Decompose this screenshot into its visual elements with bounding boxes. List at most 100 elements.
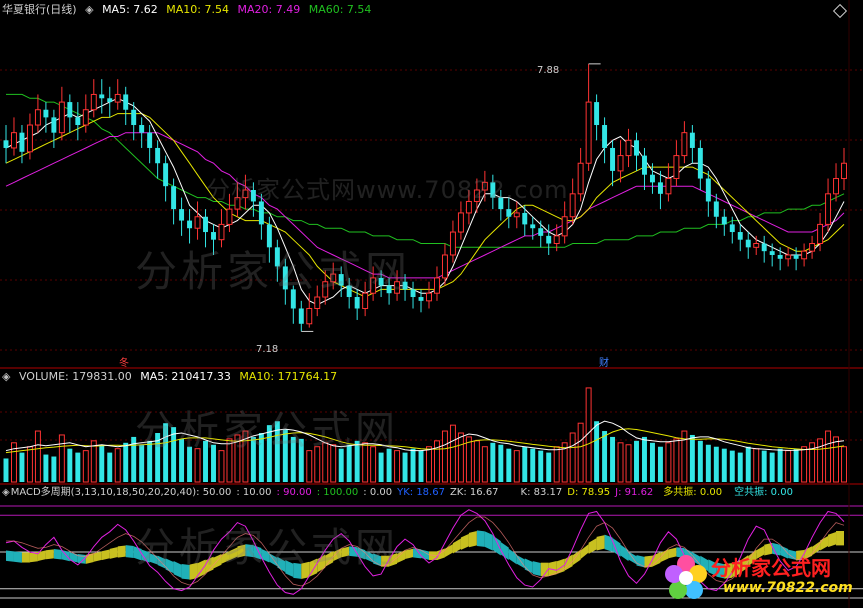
ma-collapse-icon[interactable]: ◈ bbox=[85, 3, 93, 16]
macd-ribbon-segment bbox=[13, 551, 22, 563]
candle-body-up bbox=[114, 93, 121, 103]
candle-body-up bbox=[817, 223, 824, 245]
candle-body-down bbox=[163, 163, 169, 187]
candle-body-down bbox=[793, 254, 799, 259]
candle-body-down bbox=[705, 178, 711, 202]
macd-collapse-icon[interactable]: ◈ bbox=[2, 487, 10, 498]
volume-bar-down bbox=[634, 440, 639, 482]
candle-body-down bbox=[298, 308, 304, 324]
volume-bar-up bbox=[569, 432, 576, 483]
volume-bar-up bbox=[426, 446, 432, 483]
volume-bar-down bbox=[67, 448, 73, 482]
volume-bar-down bbox=[43, 454, 49, 482]
volume-bar-down bbox=[594, 421, 600, 482]
ma5-label: MA5: 7.62 bbox=[102, 3, 158, 16]
candle-body-down bbox=[649, 174, 655, 183]
watermark-main: 分析家公式网 bbox=[135, 247, 412, 296]
candle-body-up bbox=[665, 178, 672, 195]
macd-p2: : 10.00 bbox=[236, 487, 272, 498]
volume-bar-down bbox=[530, 448, 536, 482]
macd-ribbon-segment bbox=[468, 531, 477, 548]
volume-bar-down bbox=[410, 448, 416, 482]
logo-url: www.70822.com bbox=[723, 580, 853, 596]
candle-body-down bbox=[713, 201, 719, 217]
volume-bar-down bbox=[697, 440, 703, 482]
volume-bar-down bbox=[378, 452, 384, 482]
volume-bar-down bbox=[610, 436, 616, 482]
volume-ma10-label: MA10: 171764.17 bbox=[239, 370, 338, 383]
candle-body-up bbox=[457, 212, 464, 233]
candle-body-down bbox=[19, 132, 25, 152]
candle-body-down bbox=[657, 182, 663, 194]
macd-ribbon-segment bbox=[125, 545, 134, 558]
candle-body-up bbox=[577, 162, 584, 195]
volume-bar-down bbox=[75, 452, 81, 482]
candle-body-down bbox=[530, 224, 536, 229]
candle-body-up bbox=[26, 124, 33, 153]
volume-bar-down bbox=[793, 448, 799, 482]
volume-bar-down bbox=[745, 446, 751, 482]
candle-body-down bbox=[689, 132, 695, 148]
chart-canvas bbox=[0, 0, 863, 608]
volume-bar-down bbox=[657, 446, 663, 482]
volume-bar-up bbox=[833, 436, 840, 483]
volume-bar-down bbox=[705, 444, 711, 482]
volume-ma5-label: MA5: 210417.33 bbox=[140, 370, 231, 383]
candle-body-down bbox=[75, 117, 81, 126]
volume-bar-down bbox=[490, 442, 496, 482]
candle-body-up bbox=[625, 139, 632, 157]
volume-bar-up bbox=[801, 446, 808, 483]
macd-ribbon-segment bbox=[117, 545, 126, 558]
volume-bar-up bbox=[82, 450, 89, 483]
macd-ribbon-segment bbox=[452, 538, 461, 554]
macd-ribbon-segment bbox=[580, 544, 589, 559]
macd-ribbon-segment bbox=[460, 533, 469, 550]
macd-p4: : 100.00 bbox=[316, 487, 359, 498]
macd-ribbon-segment bbox=[532, 561, 541, 576]
macd-ribbon-segment bbox=[820, 535, 829, 551]
candle-body-up bbox=[681, 132, 688, 157]
candle-body-up bbox=[833, 178, 840, 195]
volume-bar-down bbox=[107, 452, 113, 482]
macd-d: D: 78.95 bbox=[567, 487, 611, 498]
high-price-label: 7.88 bbox=[537, 65, 560, 76]
volume-bar-up bbox=[449, 424, 456, 483]
candle-body-down bbox=[642, 155, 647, 175]
volume-bar-up bbox=[577, 422, 584, 483]
macd-ribbon-segment bbox=[109, 547, 118, 559]
candle-body-up bbox=[561, 216, 568, 237]
watermark-url: 分析家公式网www.70822.com bbox=[206, 176, 569, 204]
candle-body-down bbox=[155, 147, 161, 164]
macd-ribbon-segment bbox=[828, 532, 837, 548]
volume-collapse-icon[interactable]: ◈ bbox=[2, 370, 10, 383]
macd-label: MACD多周期(3,13,10,18,50,20,20,40) bbox=[10, 487, 197, 498]
macd-header: ◈MACD多周期(3,13,10,18,50,20,20,40): 50.00:… bbox=[2, 486, 798, 500]
macd-ribbon-segment bbox=[492, 535, 501, 556]
volume-bar-up bbox=[58, 434, 65, 483]
event-marker-1[interactable]: 冬 bbox=[119, 354, 129, 369]
volume-bar-up bbox=[785, 450, 792, 483]
volume-label: VOLUME: 179831.00 bbox=[18, 370, 132, 383]
macd-p1: : 50.00 bbox=[196, 487, 232, 498]
volume-bar-up bbox=[34, 430, 41, 483]
candle-body-down bbox=[123, 94, 129, 110]
macd-j: J: 91.62 bbox=[615, 487, 654, 498]
candle-body-down bbox=[43, 109, 49, 118]
main-chart-header: 华夏银行(日线) ◈ MA5: 7.62 MA10: 7.54 MA20: 7.… bbox=[2, 3, 376, 17]
candle-body-down bbox=[745, 239, 751, 248]
candle-body-up bbox=[226, 208, 233, 225]
volume-bar-up bbox=[617, 442, 624, 483]
candle-body-up bbox=[801, 250, 808, 260]
candle-body-up bbox=[441, 254, 448, 279]
volume-bar-up bbox=[473, 440, 480, 483]
candle-body-up bbox=[753, 243, 760, 248]
candle-body-up bbox=[825, 193, 832, 225]
macd-ribbon-segment bbox=[484, 531, 493, 551]
candle-body-down bbox=[721, 216, 727, 225]
event-marker-2[interactable]: 财 bbox=[599, 354, 609, 369]
candle-body-up bbox=[82, 109, 89, 126]
macd-ribbon-segment bbox=[652, 552, 661, 567]
stock-title: 华夏银行(日线) bbox=[2, 3, 77, 16]
macd-p5: : 0.00 bbox=[363, 487, 393, 498]
macd-k: K: 83.17 bbox=[520, 487, 563, 498]
